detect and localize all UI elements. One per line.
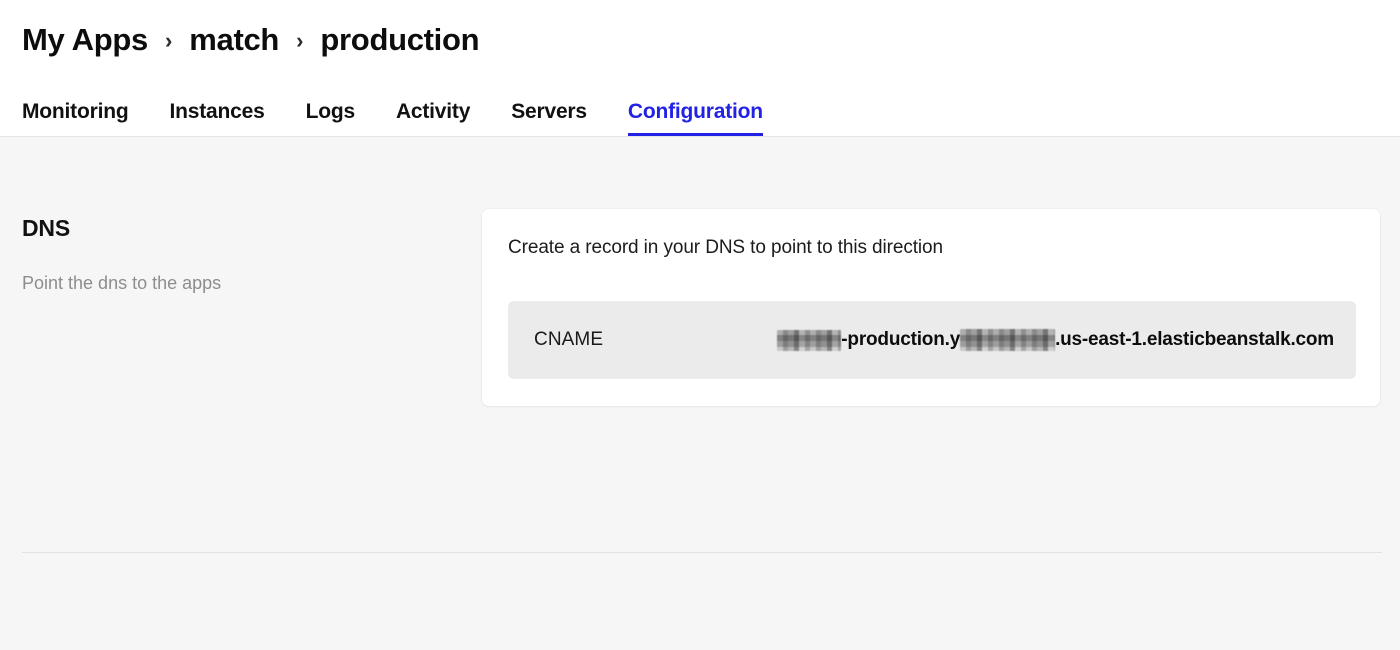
- dns-section-info: DNS Point the dns to the apps: [22, 209, 462, 295]
- dns-record-value-part: .us-east-1.elasticbeanstalk.com: [1055, 329, 1334, 350]
- section-divider: [22, 552, 1382, 553]
- redacted-block: [777, 329, 842, 351]
- dns-section: DNS Point the dns to the apps Create a r…: [0, 137, 1400, 406]
- tab-monitoring[interactable]: Monitoring: [22, 101, 129, 136]
- section-title: DNS: [22, 215, 70, 241]
- breadcrumb: My Apps › match › production: [0, 0, 1400, 68]
- dns-record-row[interactable]: CNAME -production.y .us-east-1.elasticbe…: [508, 301, 1356, 379]
- dns-card-title: Create a record in your DNS to point to …: [508, 237, 943, 258]
- tab-instances[interactable]: Instances: [169, 101, 264, 136]
- section-description: Point the dns to the apps: [22, 273, 222, 293]
- breadcrumb-item-match[interactable]: match: [189, 24, 279, 55]
- redacted-block: [960, 329, 1056, 351]
- tab-logs[interactable]: Logs: [306, 101, 356, 136]
- dns-record-type: CNAME: [534, 329, 604, 350]
- dns-record-value[interactable]: -production.y .us-east-1.elasticbeanstal…: [777, 329, 1334, 351]
- dns-record-value-part: -production.y: [841, 329, 961, 350]
- tab-activity[interactable]: Activity: [396, 101, 470, 136]
- page-content: DNS Point the dns to the apps Create a r…: [0, 137, 1400, 650]
- app-page: My Apps › match › production Monitoring …: [0, 0, 1400, 650]
- dns-card: Create a record in your DNS to point to …: [482, 209, 1380, 406]
- breadcrumb-item-my-apps[interactable]: My Apps: [22, 24, 148, 55]
- tab-servers[interactable]: Servers: [511, 101, 587, 136]
- page-header: My Apps › match › production Monitoring …: [0, 0, 1400, 137]
- chevron-right-icon: ›: [296, 28, 304, 53]
- breadcrumb-item-production[interactable]: production: [320, 24, 479, 55]
- tab-configuration[interactable]: Configuration: [627, 101, 763, 136]
- chevron-right-icon: ›: [164, 28, 173, 53]
- tab-bar: Monitoring Instances Logs Activity Serve…: [0, 90, 1400, 136]
